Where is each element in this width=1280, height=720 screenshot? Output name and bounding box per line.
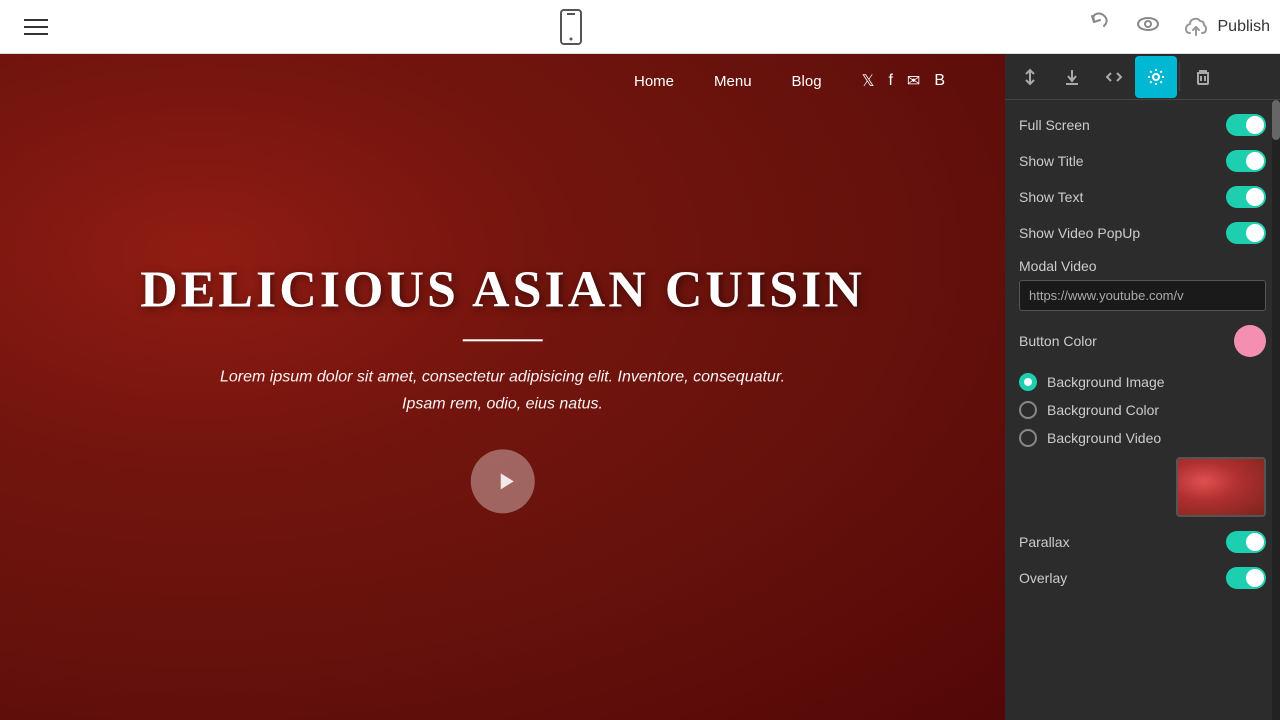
show-title-slider — [1226, 150, 1266, 172]
show-title-toggle[interactable] — [1226, 150, 1266, 172]
bg-image-radio[interactable] — [1019, 373, 1037, 391]
panel-scrollbar-track — [1272, 100, 1280, 720]
code-tool-button[interactable] — [1093, 56, 1135, 98]
bg-image-row: Background Image — [1019, 373, 1266, 391]
toolbar-separator — [1179, 63, 1180, 91]
settings-tool-button[interactable] — [1135, 56, 1177, 98]
nav-home[interactable]: Home — [634, 73, 674, 90]
panel-scroll-area[interactable]: Full Screen Show Title Show Text Show — [1005, 100, 1280, 720]
bg-color-row: Background Color — [1019, 401, 1266, 419]
hamburger-icon[interactable] — [16, 11, 56, 43]
topbar-left — [0, 11, 56, 43]
show-text-toggle[interactable] — [1226, 186, 1266, 208]
show-text-label: Show Text — [1019, 189, 1083, 205]
bg-video-radio[interactable] — [1019, 429, 1037, 447]
parallax-row: Parallax — [1019, 531, 1266, 553]
show-text-row: Show Text — [1019, 186, 1266, 208]
twitter-icon[interactable]: 𝕏 — [862, 71, 875, 91]
topbar-center — [557, 9, 585, 45]
preview-eye-icon[interactable] — [1134, 10, 1162, 43]
canvas-nav: Home Menu Blog 𝕏 f ✉ B — [0, 54, 1005, 108]
bg-color-label: Background Color — [1047, 402, 1159, 418]
panel-toolbar — [1005, 54, 1280, 100]
full-screen-toggle[interactable] — [1226, 114, 1266, 136]
undo-icon[interactable] — [1086, 10, 1114, 43]
modal-video-input[interactable] — [1019, 280, 1266, 311]
hero-text: Lorem ipsum dolor sit amet, consectetur … — [213, 363, 793, 417]
hero-content: DELICIOUS ASIAN CUISIN Lorem ipsum dolor… — [50, 260, 955, 513]
bg-video-label: Background Video — [1047, 430, 1161, 446]
bg-image-thumbnail-inner — [1178, 459, 1264, 515]
panel-scrollbar-thumb[interactable] — [1272, 100, 1280, 140]
book-icon[interactable]: B — [934, 72, 945, 90]
parallax-label: Parallax — [1019, 534, 1070, 550]
nav-menu[interactable]: Menu — [714, 73, 752, 90]
bg-video-row: Background Video — [1019, 429, 1266, 447]
modal-video-section: Modal Video — [1019, 258, 1266, 311]
play-video-button[interactable] — [471, 450, 535, 514]
trash-tool-button[interactable] — [1182, 56, 1224, 98]
overlay-slider — [1226, 567, 1266, 589]
facebook-icon[interactable]: f — [888, 72, 892, 90]
full-screen-row: Full Screen — [1019, 114, 1266, 136]
bg-color-radio[interactable] — [1019, 401, 1037, 419]
overlay-row: Overlay — [1019, 567, 1266, 589]
parallax-slider — [1226, 531, 1266, 553]
mobile-preview-icon[interactable] — [557, 9, 585, 45]
topbar: Publish — [0, 0, 1280, 54]
right-panel: Full Screen Show Title Show Text Show — [1005, 54, 1280, 720]
button-color-row: Button Color — [1019, 325, 1266, 357]
hero-divider — [463, 339, 543, 341]
show-video-popup-slider — [1226, 222, 1266, 244]
topbar-right: Publish — [1086, 10, 1280, 43]
download-tool-button[interactable] — [1051, 56, 1093, 98]
hero-title: DELICIOUS ASIAN CUISIN — [50, 260, 955, 319]
sort-tool-button[interactable] — [1009, 56, 1051, 98]
overlay-toggle[interactable] — [1226, 567, 1266, 589]
show-text-slider — [1226, 186, 1266, 208]
show-video-popup-toggle[interactable] — [1226, 222, 1266, 244]
bg-image-label: Background Image — [1047, 374, 1165, 390]
nav-blog[interactable]: Blog — [792, 73, 822, 90]
overlay-label: Overlay — [1019, 570, 1067, 586]
button-color-label: Button Color — [1019, 333, 1097, 349]
publish-button[interactable]: Publish — [1182, 13, 1270, 41]
canvas-area: Home Menu Blog 𝕏 f ✉ B DELICIOUS ASIAN C… — [0, 54, 1005, 720]
email-icon[interactable]: ✉ — [907, 71, 920, 91]
canvas-nav-icons: 𝕏 f ✉ B — [862, 71, 945, 91]
publish-label: Publish — [1218, 18, 1270, 36]
button-color-swatch[interactable] — [1234, 325, 1266, 357]
full-screen-slider — [1226, 114, 1266, 136]
cloud-upload-icon — [1182, 13, 1210, 41]
show-title-row: Show Title — [1019, 150, 1266, 172]
show-video-popup-label: Show Video PopUp — [1019, 225, 1140, 241]
show-video-popup-row: Show Video PopUp — [1019, 222, 1266, 244]
full-screen-label: Full Screen — [1019, 117, 1090, 133]
bg-image-thumbnail[interactable] — [1176, 457, 1266, 517]
modal-video-label: Modal Video — [1019, 258, 1266, 274]
parallax-toggle[interactable] — [1226, 531, 1266, 553]
play-icon — [492, 469, 518, 495]
show-title-label: Show Title — [1019, 153, 1084, 169]
